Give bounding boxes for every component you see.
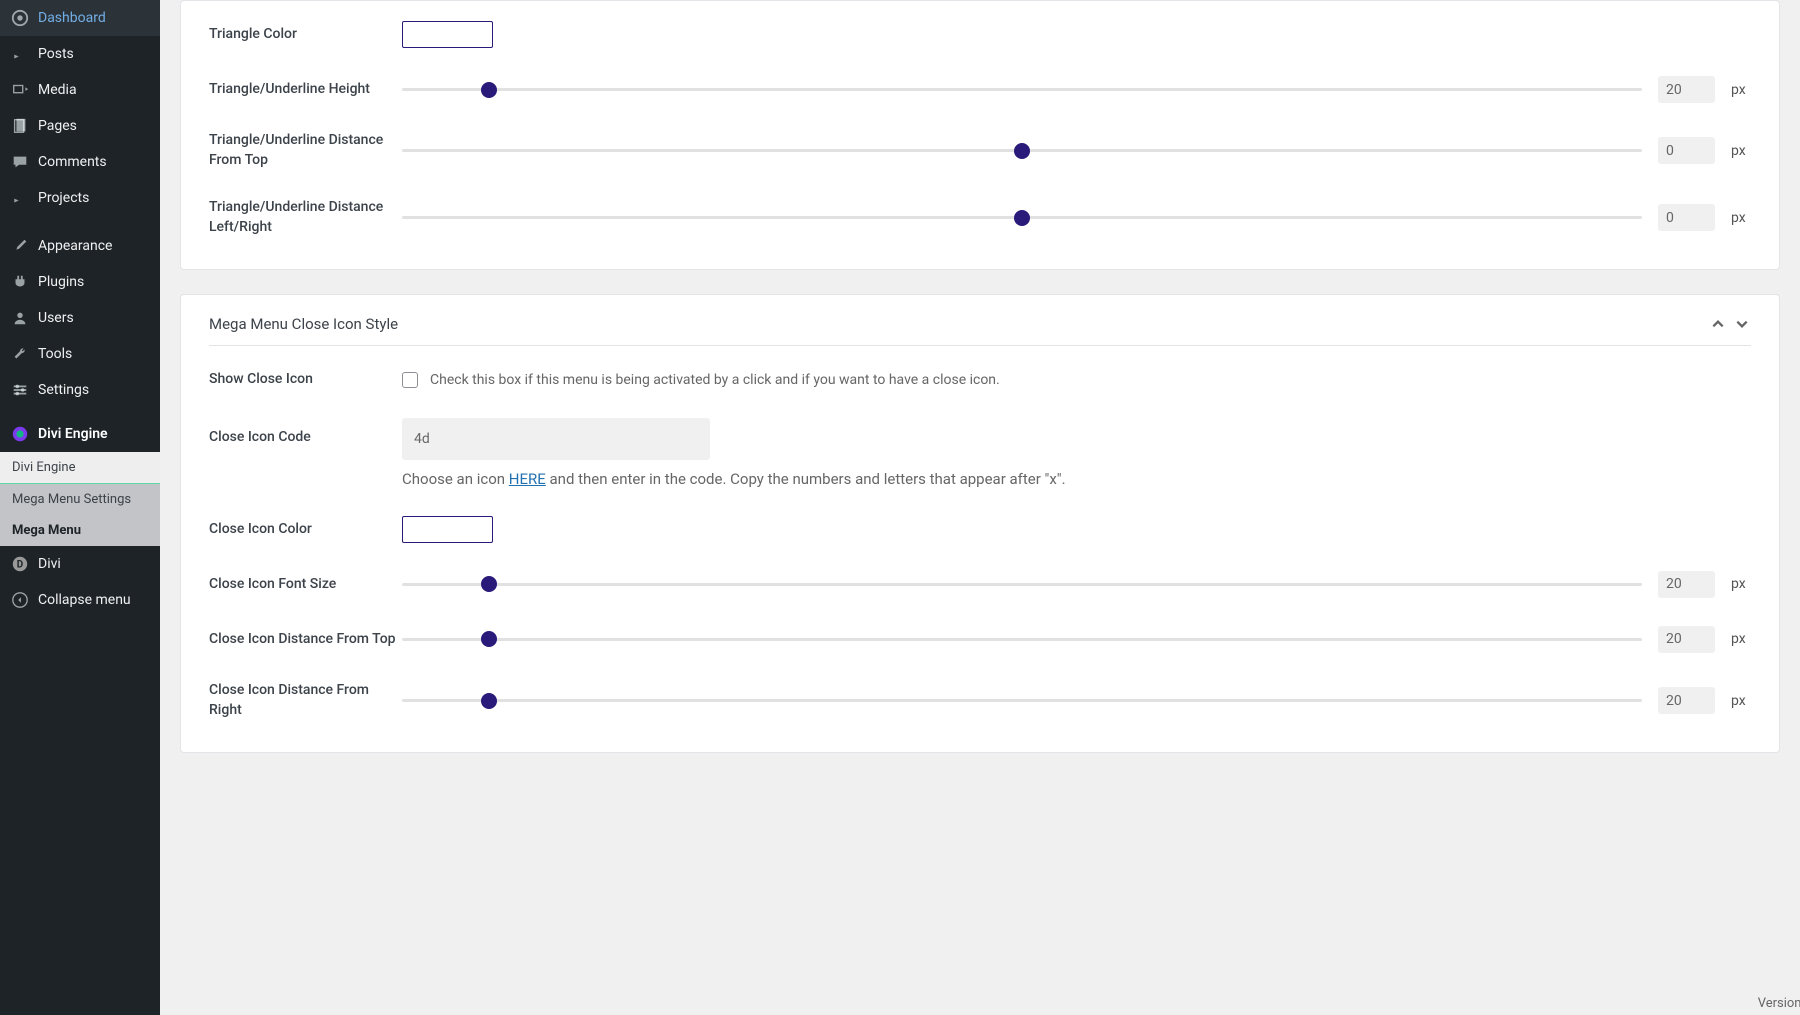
- sidebar-item-divi[interactable]: D Divi: [0, 546, 160, 582]
- sidebar-item-label: Pages: [38, 118, 77, 134]
- wrench-icon: [10, 344, 30, 364]
- unit-label: px: [1731, 143, 1751, 159]
- admin-sidebar: Dashboard Posts Media Pages Comments Pro…: [0, 0, 160, 1015]
- close-icon-font-size-slider[interactable]: [402, 583, 1642, 586]
- triangle-height-value[interactable]: [1658, 76, 1715, 103]
- slider-thumb[interactable]: [481, 631, 497, 647]
- panel-title: Mega Menu Close Icon Style: [209, 315, 398, 333]
- sidebar-item-label: Settings: [38, 382, 89, 398]
- divi-engine-icon: [10, 424, 30, 444]
- sidebar-item-users[interactable]: Users: [0, 300, 160, 336]
- close-icon-dist-top-label: Close Icon Distance From Top: [209, 630, 402, 650]
- triangle-dist-top-value[interactable]: [1658, 137, 1715, 164]
- close-icon-color-input[interactable]: [402, 516, 493, 543]
- unit-label: px: [1731, 631, 1751, 647]
- slider-thumb[interactable]: [481, 82, 497, 98]
- sidebar-item-collapse[interactable]: Collapse menu: [0, 582, 160, 618]
- close-icon-style-panel: Mega Menu Close Icon Style Show Close Ic…: [180, 294, 1780, 753]
- close-icon-code-helper: Choose an icon HERE and then enter in th…: [402, 470, 1751, 488]
- sidebar-item-label: Posts: [38, 46, 74, 62]
- sidebar-item-label: Projects: [38, 190, 89, 206]
- close-icon-code-input[interactable]: [402, 418, 710, 460]
- version-text: Version 6: [1758, 996, 1800, 1011]
- brush-icon: [10, 236, 30, 256]
- triangle-color-input[interactable]: [402, 21, 493, 48]
- sidebar-item-label: Collapse menu: [38, 592, 131, 608]
- collapse-icon: [10, 590, 30, 610]
- sidebar-item-pages[interactable]: Pages: [0, 108, 160, 144]
- unit-label: px: [1731, 210, 1751, 226]
- sidebar-item-comments[interactable]: Comments: [0, 144, 160, 180]
- chevron-up-icon[interactable]: [1709, 315, 1727, 333]
- triangle-height-label: Triangle/Underline Height: [209, 80, 402, 100]
- triangle-dist-lr-label: Triangle/Underline Distance Left/Right: [209, 198, 402, 237]
- pin-icon: [10, 188, 30, 208]
- slider-thumb[interactable]: [1014, 210, 1030, 226]
- show-close-icon-helper: Check this box if this menu is being act…: [430, 372, 1000, 388]
- triangle-dist-top-slider[interactable]: [402, 149, 1642, 152]
- slider-thumb[interactable]: [481, 693, 497, 709]
- triangle-settings-panel: Triangle Color Triangle/Underline Height…: [180, 0, 1780, 270]
- sidebar-item-label: Comments: [38, 154, 107, 170]
- chevron-down-icon[interactable]: [1733, 315, 1751, 333]
- submenu-item-divi-engine[interactable]: Divi Engine: [0, 452, 160, 484]
- here-link[interactable]: HERE: [509, 470, 546, 488]
- sidebar-item-posts[interactable]: Posts: [0, 36, 160, 72]
- sidebar-item-label: Users: [38, 310, 74, 326]
- show-close-icon-label: Show Close Icon: [209, 370, 402, 390]
- close-icon-code-label: Close Icon Code: [209, 418, 402, 448]
- pin-icon: [10, 44, 30, 64]
- unit-label: px: [1731, 82, 1751, 98]
- close-icon-font-size-value[interactable]: [1658, 571, 1715, 598]
- submenu-item-mega-menu[interactable]: Mega Menu: [0, 515, 160, 546]
- settings-icon: [10, 380, 30, 400]
- sidebar-item-label: Appearance: [38, 238, 112, 254]
- close-icon-dist-top-value[interactable]: [1658, 626, 1715, 653]
- sidebar-item-divi-engine[interactable]: Divi Engine: [0, 416, 160, 452]
- triangle-dist-lr-slider[interactable]: [402, 216, 1642, 219]
- triangle-height-slider[interactable]: [402, 88, 1642, 91]
- sidebar-item-label: Tools: [38, 346, 72, 362]
- plugin-icon: [10, 272, 30, 292]
- slider-thumb[interactable]: [481, 576, 497, 592]
- divi-icon: D: [10, 554, 30, 574]
- main-content: Triangle Color Triangle/Underline Height…: [160, 0, 1800, 1015]
- sidebar-item-dashboard[interactable]: Dashboard: [0, 0, 160, 36]
- close-icon-font-size-label: Close Icon Font Size: [209, 575, 402, 595]
- sidebar-item-label: Dashboard: [38, 10, 106, 26]
- sidebar-item-projects[interactable]: Projects: [0, 180, 160, 216]
- sidebar-item-appearance[interactable]: Appearance: [0, 228, 160, 264]
- unit-label: px: [1731, 693, 1751, 709]
- sidebar-item-label: Divi: [38, 556, 61, 572]
- unit-label: px: [1731, 576, 1751, 592]
- sidebar-item-tools[interactable]: Tools: [0, 336, 160, 372]
- close-icon-dist-right-label: Close Icon Distance From Right: [209, 681, 402, 720]
- sidebar-item-label: Plugins: [38, 274, 84, 290]
- triangle-color-label: Triangle Color: [209, 25, 402, 45]
- sidebar-submenu: Divi Engine Mega Menu Settings Mega Menu: [0, 452, 160, 546]
- triangle-dist-lr-value[interactable]: [1658, 204, 1715, 231]
- user-icon: [10, 308, 30, 328]
- sidebar-item-label: Divi Engine: [38, 426, 108, 442]
- slider-thumb[interactable]: [1014, 143, 1030, 159]
- media-icon: [10, 80, 30, 100]
- close-icon-dist-top-slider[interactable]: [402, 638, 1642, 641]
- close-icon-dist-right-slider[interactable]: [402, 699, 1642, 702]
- submenu-item-mega-menu-settings[interactable]: Mega Menu Settings: [0, 484, 160, 515]
- svg-text:D: D: [17, 560, 23, 571]
- sidebar-item-settings[interactable]: Settings: [0, 372, 160, 408]
- triangle-dist-top-label: Triangle/Underline Distance From Top: [209, 131, 402, 170]
- panel-header: Mega Menu Close Icon Style: [209, 315, 1751, 346]
- show-close-icon-checkbox[interactable]: [402, 372, 418, 388]
- comment-icon: [10, 152, 30, 172]
- sidebar-item-media[interactable]: Media: [0, 72, 160, 108]
- sidebar-item-label: Media: [38, 82, 77, 98]
- sidebar-item-plugins[interactable]: Plugins: [0, 264, 160, 300]
- page-icon: [10, 116, 30, 136]
- close-icon-color-label: Close Icon Color: [209, 520, 402, 540]
- dashboard-icon: [10, 8, 30, 28]
- close-icon-dist-right-value[interactable]: [1658, 687, 1715, 714]
